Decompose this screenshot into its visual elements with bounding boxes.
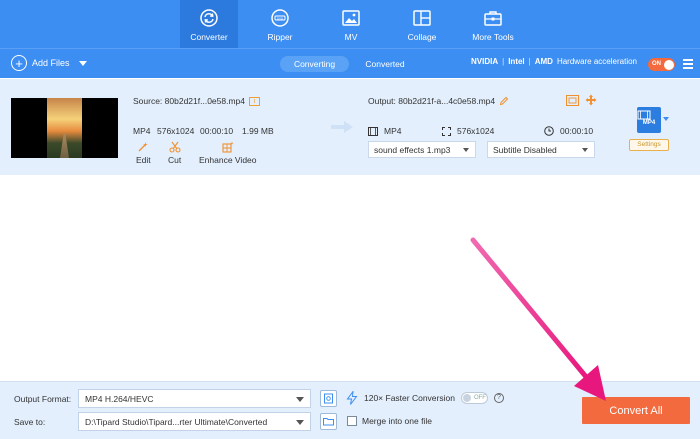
convert-all-button[interactable]: Convert All: [582, 397, 690, 424]
pencil-icon[interactable]: [499, 96, 509, 106]
magic-wand-icon: [138, 142, 149, 152]
hardware-acceleration-label: Hardware acceleration: [556, 57, 637, 66]
intel-label: Intel: [508, 57, 525, 66]
output-format-meta: MP4: [368, 126, 401, 136]
clock-icon: [544, 126, 554, 136]
output-filename: Output: 80b2d21f-a...4c0e58.mp4: [368, 96, 496, 106]
lightning-icon: [346, 391, 358, 405]
edit-button[interactable]: Edit: [136, 141, 151, 165]
enhance-video-label: Enhance Video: [199, 155, 257, 165]
tab-converter-label: Converter: [190, 32, 228, 42]
output-resolution: 576x1024: [457, 126, 495, 136]
tab-ripper-label: Ripper: [267, 32, 293, 42]
enhance-video-button[interactable]: Enhance Video: [199, 141, 257, 165]
audio-track-value: sound effects 1.mp3: [374, 145, 451, 155]
chevron-down-icon: [296, 397, 304, 402]
svg-text:DVD: DVD: [277, 16, 284, 20]
source-resolution: 576x1024: [157, 126, 195, 136]
tab-converting[interactable]: Converting: [280, 56, 349, 72]
video-thumbnail[interactable]: [11, 98, 118, 158]
tab-converter[interactable]: Converter: [180, 0, 238, 48]
output-format-label: Output Format:: [14, 394, 72, 404]
info-icon[interactable]: [566, 95, 579, 106]
chevron-down-icon: [582, 148, 588, 152]
faster-conversion: 120× Faster Conversion OFF ?: [346, 391, 504, 405]
amd-label: AMD: [534, 57, 553, 66]
tab-more-tools-label: More Tools: [472, 32, 514, 42]
toolbar: + Add Files Converting Converted NVIDIA …: [0, 48, 700, 78]
tab-collage[interactable]: Collage: [393, 0, 451, 48]
open-folder-button[interactable]: [320, 413, 337, 430]
source-filename: Source: 80b2d21f...0e58.mp4: [133, 96, 245, 106]
menu-icon[interactable]: [683, 59, 693, 71]
hardware-acceleration: NVIDIA | Intel | AMD Hardware accelerati…: [471, 57, 637, 66]
tab-more-tools[interactable]: More Tools: [464, 0, 522, 48]
chevron-down-icon[interactable]: [663, 117, 669, 121]
mv-icon: [342, 10, 360, 26]
cut-label: Cut: [168, 155, 182, 165]
chevron-down-icon: [463, 148, 469, 152]
tab-ripper[interactable]: DVD Ripper: [251, 0, 309, 48]
subtitle-value: Subtitle Disabled: [493, 145, 557, 155]
source-duration: 00:00:10: [200, 126, 234, 136]
format-settings-button[interactable]: [320, 390, 337, 407]
collage-icon: [413, 10, 431, 26]
output-format: MP4: [384, 126, 402, 136]
merge-option[interactable]: Merge into one file: [347, 416, 432, 426]
tab-collage-label: Collage: [407, 32, 437, 42]
source-info: Source: 80b2d21f...0e58.mp4 i: [133, 96, 260, 106]
edit-label: Edit: [136, 155, 151, 165]
folder-icon: [323, 418, 334, 426]
subtitle-dropdown[interactable]: Subtitle Disabled: [487, 141, 595, 158]
film-icon: [368, 126, 378, 136]
enhance-icon: [222, 141, 234, 153]
add-files-button[interactable]: + Add Files: [11, 55, 87, 71]
chevron-down-icon: [296, 420, 304, 425]
move-icon[interactable]: [585, 94, 597, 106]
output-duration: 00:00:10: [560, 126, 594, 136]
ripper-icon: DVD: [271, 9, 289, 27]
info-icon[interactable]: i: [249, 96, 260, 106]
tab-mv-label: MV: [344, 32, 358, 42]
cut-button[interactable]: Cut: [168, 141, 181, 165]
faster-conversion-toggle[interactable]: OFF: [460, 392, 488, 404]
film-icon: [637, 110, 651, 120]
arrow-right-icon: [331, 121, 353, 133]
source-size: 1.99 MB: [242, 126, 274, 136]
merge-label: Merge into one file: [362, 416, 432, 426]
settings-button[interactable]: Settings: [629, 139, 669, 151]
faster-conversion-label: 120× Faster Conversion: [364, 393, 455, 403]
top-navigation: Converter DVD Ripper MV Collage More Too…: [0, 0, 700, 48]
add-files-label: Add Files: [32, 58, 70, 68]
nvidia-label: NVIDIA: [471, 57, 499, 66]
output-format-select[interactable]: MP4 H.264/HEVC: [78, 389, 311, 408]
format-icon-label: MP4: [642, 120, 656, 126]
merge-checkbox[interactable]: [347, 416, 357, 426]
toolbox-icon: [484, 11, 502, 26]
output-duration-meta: 00:00:10: [544, 126, 593, 136]
tab-converted[interactable]: Converted: [352, 56, 418, 72]
hardware-acceleration-toggle[interactable]: ON: [648, 58, 675, 71]
tab-mv[interactable]: MV: [322, 0, 380, 48]
save-to-select[interactable]: D:\Tipard Studio\Tipard...rter Ultimate\…: [78, 412, 311, 431]
source-format: MP4: [133, 126, 151, 136]
output-format-icon[interactable]: MP4: [637, 107, 661, 133]
output-info: Output: 80b2d21f-a...4c0e58.mp4: [368, 96, 509, 106]
output-format-value: MP4 H.264/HEVC: [85, 394, 154, 404]
audio-track-dropdown[interactable]: sound effects 1.mp3: [368, 141, 476, 158]
converter-icon: [200, 9, 218, 27]
chevron-down-icon[interactable]: [78, 60, 87, 66]
output-resolution-meta: 576x1024: [442, 126, 494, 136]
settings-document-icon: [324, 393, 333, 404]
scissors-icon: [169, 141, 181, 153]
help-icon[interactable]: ?: [493, 393, 504, 403]
plus-icon: +: [11, 55, 27, 71]
save-to-label: Save to:: [14, 417, 46, 427]
resize-icon: [442, 126, 451, 136]
save-to-value: D:\Tipard Studio\Tipard...rter Ultimate\…: [85, 417, 268, 427]
